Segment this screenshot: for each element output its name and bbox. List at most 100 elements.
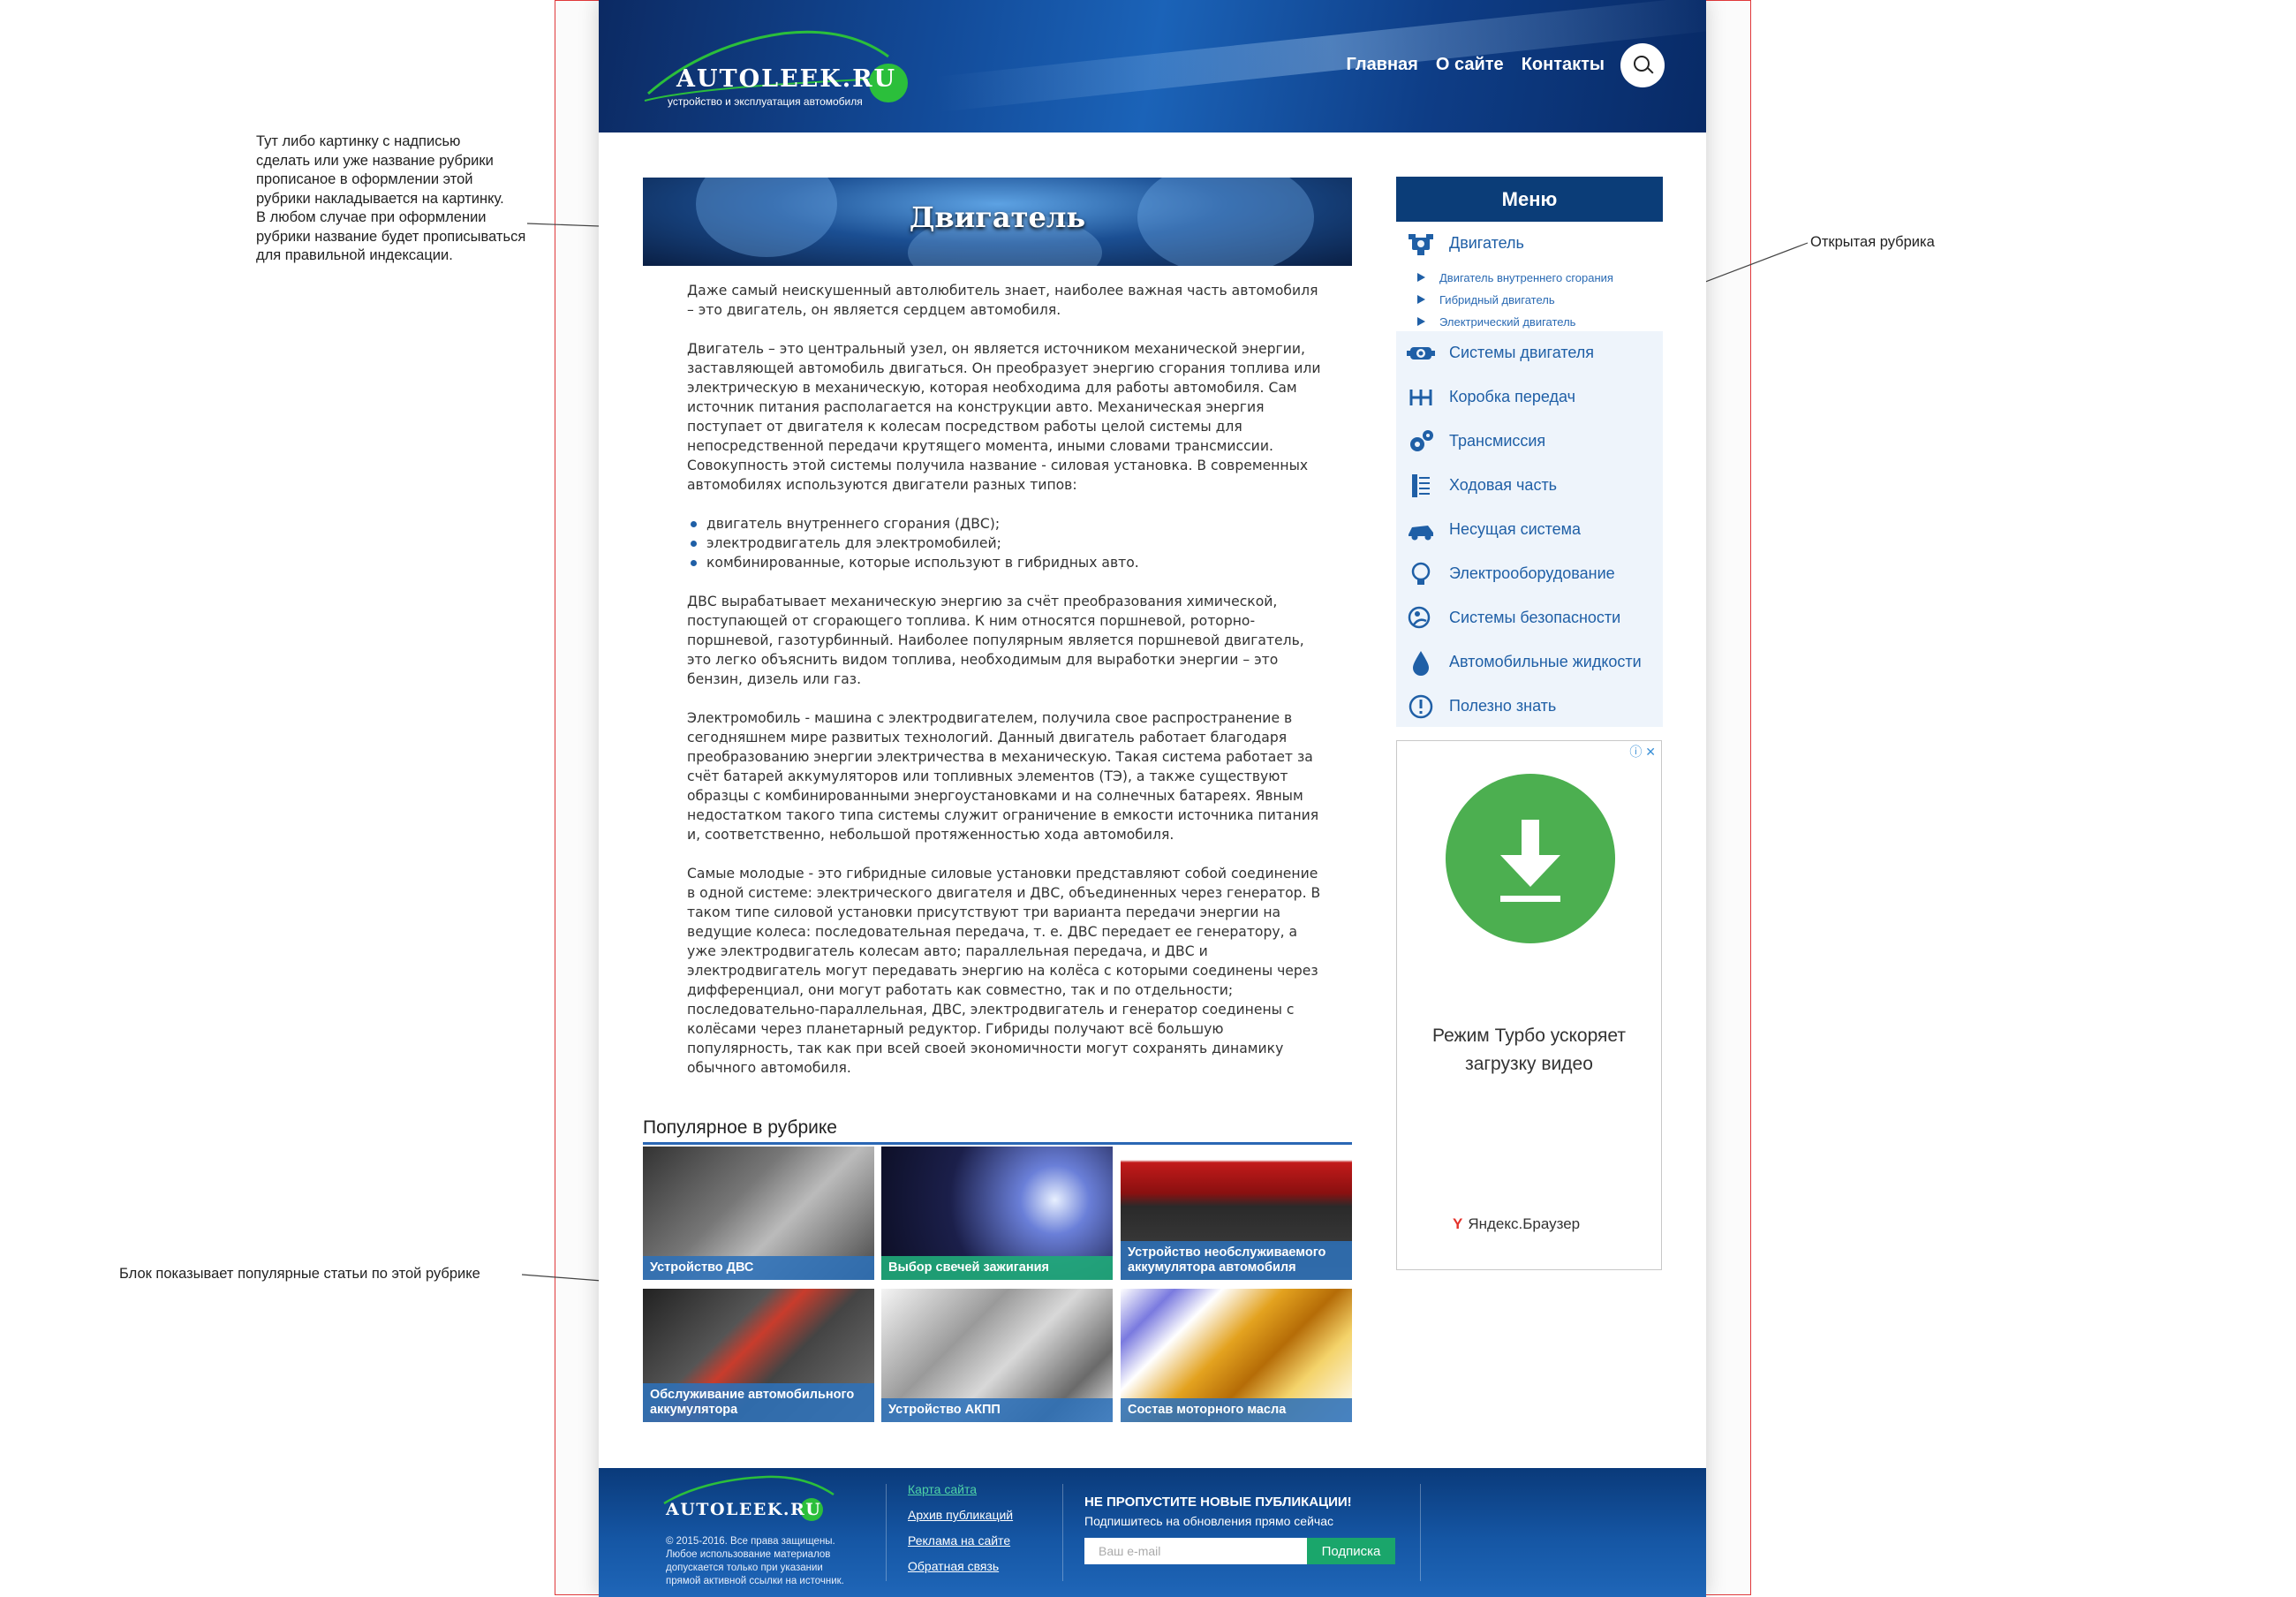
article-paragraph: Самые молодые - это гибридные силовые ус…	[687, 866, 1321, 1076]
subscribe-text: Подпишитесь на обновления прямо сейчас	[1084, 1514, 1333, 1528]
sidebar-item-label: Двигатель	[1449, 234, 1524, 252]
sidebar-item-label: Системы двигателя	[1449, 344, 1595, 361]
nav-home[interactable]: Главная	[1347, 55, 1418, 75]
sidebar-item-label: Ходовая часть	[1449, 476, 1558, 494]
sidebar-item-electrical[interactable]: Электрооборудование	[1396, 552, 1663, 596]
main-nav: Главная О сайте Контакты	[1347, 55, 1605, 75]
annotation-line: Тут либо картинку с надписью	[256, 133, 461, 149]
list-item: двигатель внутреннего сгорания (ДВС);	[687, 514, 1323, 534]
footer-link-sitemap[interactable]: Карта сайта	[908, 1482, 1013, 1496]
logo-tagline: устройство и эксплуатация автомобиля	[668, 95, 863, 108]
tile-caption: Выбор свечей зажигания	[881, 1256, 1113, 1280]
yandex-logo-icon: Y	[1453, 1215, 1463, 1232]
download-icon	[1446, 774, 1615, 943]
sidebar-item-engine-systems[interactable]: Системы двигателя	[1396, 331, 1663, 375]
nav-about[interactable]: О сайте	[1436, 55, 1504, 75]
ad-banner[interactable]: ⓘ ✕ Режим Турбо ускоряет загрузку видео …	[1396, 740, 1662, 1270]
engine-icon	[1409, 234, 1433, 255]
logo-text: AUTOLEEK.RU	[676, 65, 897, 93]
popular-tile[interactable]: Обслуживание автомобильного аккумулятора	[643, 1289, 874, 1422]
annotation-line: прописаное в оформлении этой	[256, 171, 473, 187]
nav-contacts[interactable]: Контакты	[1522, 55, 1605, 75]
popular-heading: Популярное в рубрике	[643, 1117, 1352, 1145]
article-body: Даже самый неискушенный автолюбитель зна…	[687, 281, 1323, 1097]
menu-title: Меню	[1396, 177, 1663, 222]
sidebar-item-chassis[interactable]: Ходовая часть	[1396, 464, 1663, 508]
footer-link-advertising[interactable]: Реклама на сайте	[908, 1533, 1013, 1548]
subscribe-button[interactable]: Подписка	[1307, 1538, 1395, 1564]
info-exclamation-icon	[1409, 694, 1433, 719]
triangle-right-icon	[1417, 295, 1425, 304]
submenu-item-ice[interactable]: Двигатель внутреннего сгорания	[1417, 271, 1613, 284]
popular-tile[interactable]: Состав моторного масла	[1121, 1289, 1352, 1422]
ad-close-icon[interactable]: ⓘ ✕	[1629, 743, 1656, 761]
lightbulb-icon	[1411, 562, 1431, 585]
site-logo[interactable]: AUTOLEEK.RU устройство и эксплуатация ав…	[641, 25, 908, 109]
car-icon	[1409, 526, 1433, 541]
sidebar-menu: Меню Двигатель Двигатель внутреннего сго…	[1396, 177, 1663, 727]
tile-caption: Устройство АКПП	[881, 1398, 1113, 1422]
sidebar-item-useful[interactable]: Полезно знать	[1396, 685, 1663, 729]
sidebar-item-label: Системы безопасности	[1449, 609, 1621, 626]
sidebar-item-label: Трансмиссия	[1449, 432, 1546, 450]
footer-divider	[886, 1484, 887, 1581]
menu-open-category: Двигатель Двигатель внутреннего сгорания…	[1396, 222, 1663, 331]
list-item: электродвигатель для электромобилей;	[687, 534, 1323, 553]
article-paragraph: Двигатель – это центральный узел, он явл…	[687, 341, 1321, 493]
annotation-line: рубрики название будет прописываться	[256, 228, 526, 245]
category-banner: Двигатель	[643, 178, 1352, 266]
sidebar-item-gearbox[interactable]: Коробка передач	[1396, 375, 1663, 420]
sidebar-item-label: Автомобильные жидкости	[1449, 653, 1642, 670]
annotation-line: сделать или уже название рубрики	[256, 152, 494, 169]
tile-caption: Устройство необслуживаемого аккумулятора…	[1121, 1241, 1352, 1280]
site-page: AUTOLEEK.RU устройство и эксплуатация ав…	[599, 0, 1706, 1597]
footer-link-feedback[interactable]: Обратная связь	[908, 1559, 1013, 1573]
airbag-icon	[1408, 606, 1431, 629]
footer-divider	[1420, 1484, 1421, 1581]
suspension-icon	[1412, 474, 1430, 497]
drop-icon	[1413, 651, 1429, 676]
engine-types-list: двигатель внутреннего сгорания (ДВС); эл…	[687, 514, 1323, 572]
footer-copyright: © 2015-2016. Все права защищены. Любое и…	[666, 1536, 844, 1586]
gears-icon	[1410, 430, 1433, 451]
ad-text: Режим Турбо ускоряет загрузку видео	[1432, 1026, 1626, 1074]
submenu-item-hybrid[interactable]: Гибридный двигатель	[1417, 293, 1555, 307]
sidebar-item-safety[interactable]: Системы безопасности	[1396, 596, 1663, 640]
ad-brand: Y Яндекс.Браузер	[1453, 1215, 1581, 1232]
tile-caption: Состав моторного масла	[1121, 1398, 1352, 1422]
popular-tile[interactable]: Устройство ДВС	[643, 1147, 874, 1280]
triangle-right-icon	[1417, 273, 1425, 282]
search-button[interactable]	[1620, 43, 1665, 87]
gearbox-icon	[1409, 390, 1432, 405]
popular-tile[interactable]: Устройство АКПП	[881, 1289, 1113, 1422]
footer-links: Карта сайта Архив публикаций Реклама на …	[908, 1482, 1013, 1585]
footer-link-archive[interactable]: Архив публикаций	[908, 1508, 1013, 1522]
site-footer: AUTOLEEK.RU © 2015-2016. Все права защищ…	[599, 1468, 1706, 1597]
annotation-menu-note: Открытая рубрика	[1810, 234, 1935, 250]
footer-divider	[1062, 1484, 1063, 1581]
list-item: комбинированные, которые используют в ги…	[687, 553, 1323, 572]
submenu-item-electric[interactable]: Электрический двигатель	[1417, 315, 1575, 329]
category-title: Двигатель	[909, 201, 1086, 234]
annotation-line: для правильной индексации.	[256, 247, 453, 263]
article-paragraph: ДВС вырабатывает механическую энергию за…	[687, 594, 1304, 687]
site-header: AUTOLEEK.RU устройство и эксплуатация ав…	[599, 0, 1706, 132]
article-paragraph: Даже самый неискушенный автолюбитель зна…	[687, 283, 1318, 318]
sidebar-item-fluids[interactable]: Автомобильные жидкости	[1396, 640, 1663, 685]
sidebar-item-transmission[interactable]: Трансмиссия	[1396, 420, 1663, 464]
sidebar-item-label: Коробка передач	[1449, 388, 1575, 405]
popular-tile[interactable]: Устройство необслуживаемого аккумулятора…	[1121, 1147, 1352, 1280]
popular-tile[interactable]: Выбор свечей зажигания	[881, 1147, 1113, 1280]
tile-caption: Устройство ДВС	[643, 1256, 874, 1280]
tile-caption: Обслуживание автомобильного аккумулятора	[643, 1383, 874, 1422]
email-field[interactable]	[1084, 1538, 1307, 1564]
triangle-right-icon	[1417, 317, 1425, 326]
subscribe-title: НЕ ПРОПУСТИТЕ НОВЫЕ ПУБЛИКАЦИИ!	[1084, 1495, 1352, 1510]
annotation-line: рубрики накладывается на картинку.	[256, 190, 504, 207]
sidebar-item-body[interactable]: Несущая система	[1396, 508, 1663, 552]
footer-logo[interactable]: AUTOLEEK.RU	[666, 1500, 821, 1519]
article-paragraph: Электромобиль - машина с электродвигател…	[687, 710, 1319, 843]
sidebar-item-label: Полезно знать	[1449, 697, 1557, 715]
annotation-line: В любом случае при оформлении	[256, 209, 487, 225]
sidebar-item-engine[interactable]: Двигатель	[1396, 222, 1663, 266]
